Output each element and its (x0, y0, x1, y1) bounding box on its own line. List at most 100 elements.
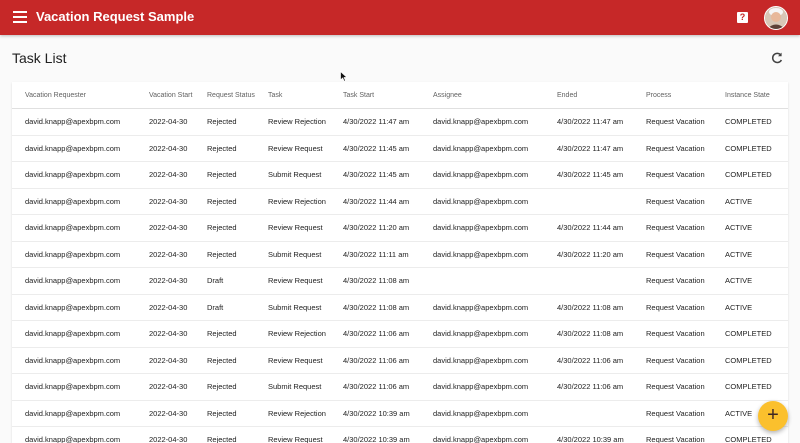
table-row[interactable]: david.knapp@apexbpm.com 2022-04-30 Rejec… (12, 400, 788, 427)
table-row[interactable]: david.knapp@apexbpm.com 2022-04-30 Rejec… (12, 161, 788, 189)
cell-ended: 4/30/2022 11:08 am (557, 294, 646, 321)
cell-task-start: 4/30/2022 11:44 am (343, 188, 433, 215)
table-header-row: Vacation Requester Vacation Start Reques… (12, 82, 788, 109)
cell-vacation-requester: david.knapp@apexbpm.com (12, 267, 149, 295)
cell-assignee: david.knapp@apexbpm.com (433, 347, 557, 374)
cell-ended (557, 188, 646, 215)
cell-ended: 4/30/2022 10:39 am (557, 426, 646, 443)
task-table: Vacation Requester Vacation Start Reques… (12, 82, 788, 443)
cell-vacation-start: 2022-04-30 (149, 400, 207, 427)
column-header-task-start[interactable]: Task Start (343, 82, 433, 109)
column-header-ended[interactable]: Ended (557, 82, 646, 109)
table-row[interactable]: david.knapp@apexbpm.com 2022-04-30 Rejec… (12, 241, 788, 268)
cell-task-start: 4/30/2022 11:08 am (343, 294, 433, 321)
cell-process: Request Vacation (646, 400, 725, 427)
cell-ended (557, 267, 646, 295)
cell-request-status: Draft (207, 267, 268, 295)
cell-instance-state: COMPLETED (725, 373, 788, 401)
cell-request-status: Rejected (207, 135, 268, 162)
table-row[interactable]: david.knapp@apexbpm.com 2022-04-30 Rejec… (12, 188, 788, 215)
cell-assignee: david.knapp@apexbpm.com (433, 294, 557, 321)
cell-request-status: Rejected (207, 347, 268, 374)
cell-ended: 4/30/2022 11:47 am (557, 108, 646, 136)
table-row[interactable]: david.knapp@apexbpm.com 2022-04-30 Rejec… (12, 135, 788, 162)
cell-vacation-requester: david.knapp@apexbpm.com (12, 188, 149, 215)
column-header-process[interactable]: Process (646, 82, 725, 109)
cell-instance-state: ACTIVE (725, 241, 788, 268)
cell-process: Request Vacation (646, 214, 725, 242)
user-avatar[interactable] (764, 6, 788, 30)
cell-process: Request Vacation (646, 294, 725, 321)
cell-vacation-requester: david.knapp@apexbpm.com (12, 320, 149, 348)
cell-vacation-start: 2022-04-30 (149, 294, 207, 321)
task-table-card: Vacation Requester Vacation Start Reques… (12, 82, 788, 443)
cell-process: Request Vacation (646, 188, 725, 215)
cell-task: Review Request (268, 347, 343, 374)
cell-instance-state: ACTIVE (725, 214, 788, 242)
cell-assignee: david.knapp@apexbpm.com (433, 161, 557, 189)
cell-request-status: Rejected (207, 400, 268, 427)
cell-ended: 4/30/2022 11:08 am (557, 320, 646, 348)
cell-process: Request Vacation (646, 267, 725, 295)
cell-vacation-requester: david.knapp@apexbpm.com (12, 347, 149, 374)
cell-vacation-start: 2022-04-30 (149, 241, 207, 268)
cell-vacation-start: 2022-04-30 (149, 214, 207, 242)
table-row[interactable]: david.knapp@apexbpm.com 2022-04-30 Rejec… (12, 214, 788, 242)
cell-task-start: 4/30/2022 11:20 am (343, 214, 433, 242)
cell-instance-state: COMPLETED (725, 320, 788, 348)
cell-assignee: david.knapp@apexbpm.com (433, 400, 557, 427)
cell-task-start: 4/30/2022 11:06 am (343, 373, 433, 401)
cell-process: Request Vacation (646, 108, 725, 136)
table-row[interactable]: david.knapp@apexbpm.com 2022-04-30 Rejec… (12, 108, 788, 136)
cell-process: Request Vacation (646, 320, 725, 348)
refresh-icon[interactable] (770, 51, 784, 65)
cell-vacation-start: 2022-04-30 (149, 347, 207, 374)
table-row[interactable]: david.knapp@apexbpm.com 2022-04-30 Draft… (12, 267, 788, 295)
cell-vacation-start: 2022-04-30 (149, 135, 207, 162)
cell-request-status: Rejected (207, 214, 268, 242)
cell-task: Review Request (268, 426, 343, 443)
cell-request-status: Rejected (207, 188, 268, 215)
cell-task: Review Rejection (268, 400, 343, 427)
column-header-assignee[interactable]: Assignee (433, 82, 557, 109)
table-row[interactable]: david.knapp@apexbpm.com 2022-04-30 Rejec… (12, 347, 788, 374)
column-header-request-status[interactable]: Request Status (207, 82, 268, 109)
column-header-vacation-requester[interactable]: Vacation Requester (12, 82, 149, 109)
cell-task-start: 4/30/2022 11:11 am (343, 241, 433, 268)
cell-process: Request Vacation (646, 241, 725, 268)
cell-vacation-start: 2022-04-30 (149, 161, 207, 189)
cell-assignee: david.knapp@apexbpm.com (433, 108, 557, 136)
cell-task-start: 4/30/2022 10:39 am (343, 426, 433, 443)
cell-instance-state: COMPLETED (725, 161, 788, 189)
table-row[interactable]: david.knapp@apexbpm.com 2022-04-30 Rejec… (12, 373, 788, 401)
cell-ended: 4/30/2022 11:47 am (557, 135, 646, 162)
cell-vacation-requester: david.knapp@apexbpm.com (12, 426, 149, 443)
table-row[interactable]: david.knapp@apexbpm.com 2022-04-30 Rejec… (12, 320, 788, 348)
help-icon[interactable]: ? (737, 12, 748, 23)
cell-task-start: 4/30/2022 11:06 am (343, 347, 433, 374)
column-header-instance-state[interactable]: Instance State (725, 82, 788, 109)
cell-vacation-start: 2022-04-30 (149, 267, 207, 295)
cell-task: Submit Request (268, 373, 343, 401)
add-task-button[interactable]: + (758, 401, 788, 431)
cell-vacation-start: 2022-04-30 (149, 373, 207, 401)
cell-instance-state: ACTIVE (725, 267, 788, 295)
cell-assignee: david.knapp@apexbpm.com (433, 426, 557, 443)
cell-task: Submit Request (268, 241, 343, 268)
cell-vacation-start: 2022-04-30 (149, 108, 207, 136)
cell-task-start: 4/30/2022 11:47 am (343, 108, 433, 136)
cell-ended: 4/30/2022 11:45 am (557, 161, 646, 189)
cell-vacation-requester: david.knapp@apexbpm.com (12, 108, 149, 136)
cell-task: Review Rejection (268, 320, 343, 348)
column-header-vacation-start[interactable]: Vacation Start (149, 82, 207, 109)
cell-ended: 4/30/2022 11:06 am (557, 347, 646, 374)
cell-assignee: david.knapp@apexbpm.com (433, 320, 557, 348)
menu-icon[interactable] (13, 11, 27, 23)
cell-process: Request Vacation (646, 135, 725, 162)
cell-task: Review Rejection (268, 108, 343, 136)
table-row[interactable]: david.knapp@apexbpm.com 2022-04-30 Draft… (12, 294, 788, 321)
table-row[interactable]: david.knapp@apexbpm.com 2022-04-30 Rejec… (12, 426, 788, 443)
cell-instance-state: ACTIVE (725, 294, 788, 321)
cell-request-status: Draft (207, 294, 268, 321)
column-header-task[interactable]: Task (268, 82, 343, 109)
